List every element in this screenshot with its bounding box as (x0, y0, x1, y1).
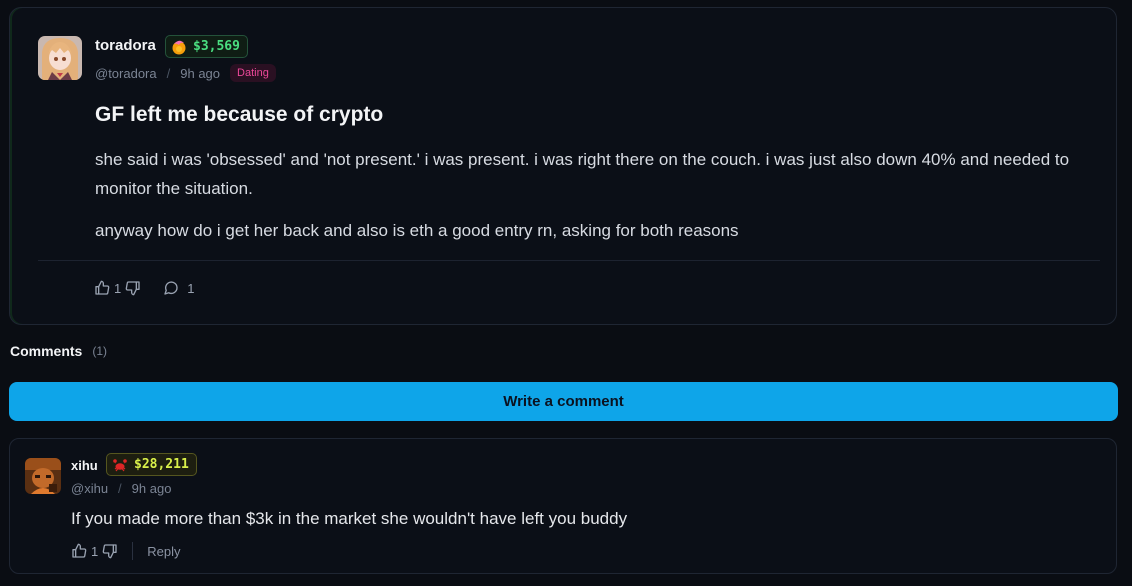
commenter-avatar[interactable] (25, 458, 61, 494)
post-body: she said i was 'obsessed' and 'not prese… (95, 145, 1100, 245)
comments-header: Comments (1) (10, 343, 107, 359)
post-paragraph: she said i was 'obsessed' and 'not prese… (95, 150, 1070, 198)
divider (38, 260, 1100, 261)
balance-value: $3,569 (193, 39, 240, 54)
comment-meta: @xihu / 9h ago (71, 479, 171, 497)
post-timestamp: 9h ago (180, 65, 221, 81)
comments-total: (1) (92, 344, 108, 358)
thumbs-up-icon (95, 280, 110, 295)
anime-girl-avatar-icon (38, 36, 82, 80)
balance-value: $28,211 (134, 457, 189, 472)
author-username[interactable]: toradora (95, 37, 156, 54)
comments-title: Comments (10, 343, 83, 359)
dislike-button[interactable] (125, 280, 141, 296)
like-count: 1 (114, 280, 122, 296)
thumbs-down-icon (102, 544, 117, 559)
commenter-username[interactable]: xihu (71, 458, 98, 473)
meta-separator: / (166, 65, 171, 81)
comment-bubble-icon (164, 281, 178, 295)
commenter-balance-badge: $28,211 (106, 453, 197, 476)
comment-like-button[interactable]: 1 (71, 543, 98, 559)
crab-icon (113, 458, 127, 471)
author-balance-badge: $3,569 (165, 35, 248, 58)
category-tag[interactable]: Dating (230, 64, 276, 82)
action-divider (132, 542, 134, 560)
meta-separator: / (118, 480, 122, 496)
comment-actions: 1 Reply (71, 542, 180, 560)
like-button[interactable]: 1 (94, 280, 121, 296)
reply-button[interactable]: Reply (147, 544, 180, 559)
comment-text: If you made more than $3k in the market … (71, 509, 628, 528)
author-avatar[interactable] (38, 36, 82, 80)
thumbs-down-icon (125, 281, 140, 296)
author-handle[interactable]: @toradora (95, 66, 157, 81)
post-actions: 1 1 (94, 279, 194, 297)
post-title: GF left me because of crypto (95, 103, 384, 126)
post-meta: @toradora / 9h ago Dating (95, 62, 276, 84)
character-avatar-icon (25, 458, 61, 494)
post-card: toradora $3,569 @toradora / 9h ago Datin… (9, 7, 1117, 325)
thumbs-up-icon (72, 543, 87, 558)
comment-count-button[interactable]: 1 (163, 280, 194, 296)
comment-card: xihu $28,211 @xihu / 9h ago If you made … (9, 438, 1117, 574)
write-comment-button[interactable]: Write a comment (9, 382, 1118, 421)
comment-dislike-button[interactable] (102, 543, 118, 559)
comment-timestamp: 9h ago (131, 480, 172, 496)
coin-icon (172, 40, 186, 54)
post-paragraph: anyway how do i get her back and also is… (95, 221, 739, 240)
comment-count: 1 (187, 280, 195, 296)
commenter-handle[interactable]: @xihu (71, 481, 108, 496)
comment-like-count: 1 (91, 543, 99, 559)
